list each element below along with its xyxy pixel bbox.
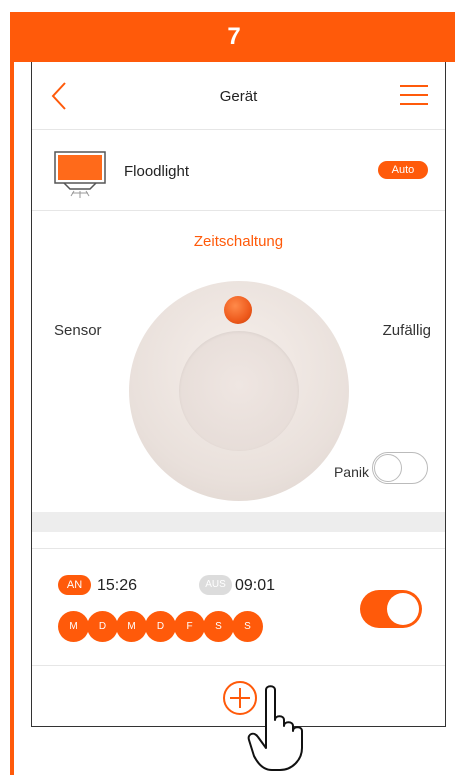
panic-label: Panik [333, 464, 369, 480]
device-row: Floodlight Auto [32, 131, 445, 211]
on-time: 15:26 [97, 577, 138, 594]
mode-option-sensor[interactable]: Sensor [54, 322, 102, 339]
weekday-thursday[interactable]: D [145, 611, 176, 642]
on-badge: AN [58, 575, 91, 595]
mode-badge[interactable]: Auto [378, 161, 428, 179]
weekday-sunday[interactable]: S [232, 611, 263, 642]
panic-toggle[interactable] [372, 452, 428, 484]
section-divider [32, 512, 445, 532]
app-header: Gerät [32, 62, 445, 130]
step-banner: 7 [10, 12, 455, 62]
dial-center [179, 331, 299, 451]
weekday-list: M D M D F S S [58, 611, 263, 642]
dial-knob[interactable] [224, 296, 252, 324]
phone-screen: Gerät Floodlight Auto Zeitschaltung Sens… [31, 62, 446, 727]
step-number: 7 [227, 23, 241, 50]
pointing-hand-icon [247, 685, 303, 771]
step-rail [10, 62, 14, 775]
toggle-knob [387, 593, 419, 625]
mode-dial[interactable] [129, 281, 349, 501]
mode-option-timer[interactable]: Zeitschaltung [32, 233, 445, 250]
floodlight-icon [54, 151, 106, 198]
hamburger-menu-icon[interactable] [400, 84, 428, 106]
weekday-friday[interactable]: F [174, 611, 205, 642]
off-time: 09:01 [235, 577, 276, 594]
schedule-item[interactable]: AN 15:26 AUS 09:01 M D M D F S S [32, 548, 445, 666]
mode-selector: Zeitschaltung Sensor Zufällig Panik [32, 212, 445, 512]
weekday-saturday[interactable]: S [203, 611, 234, 642]
weekday-tuesday[interactable]: D [87, 611, 118, 642]
off-badge: AUS [199, 575, 232, 595]
mode-option-random[interactable]: Zufällig [383, 322, 431, 339]
schedule-toggle[interactable] [360, 590, 422, 628]
toggle-knob [374, 454, 402, 482]
page-title: Gerät [219, 88, 258, 105]
weekday-wednesday[interactable]: M [116, 611, 147, 642]
weekday-monday[interactable]: M [58, 611, 89, 642]
device-name: Floodlight [124, 163, 190, 180]
